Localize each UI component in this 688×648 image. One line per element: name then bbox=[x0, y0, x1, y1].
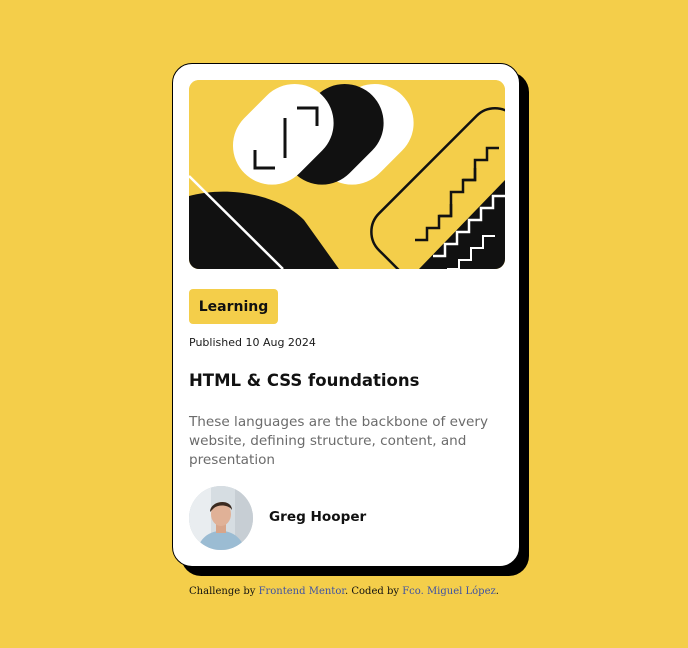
attribution-prefix: Challenge by bbox=[189, 586, 259, 597]
author-link[interactable]: Fco. Miguel López bbox=[402, 586, 496, 597]
article-illustration bbox=[189, 80, 505, 269]
author-avatar bbox=[189, 486, 253, 550]
category-tag: Learning bbox=[189, 289, 278, 324]
person-avatar-icon bbox=[189, 486, 253, 550]
article-title[interactable]: HTML & CSS foundations bbox=[189, 371, 419, 390]
frontend-mentor-link[interactable]: Frontend Mentor bbox=[259, 586, 345, 597]
attribution-middle: . Coded by bbox=[345, 586, 403, 597]
author-name: Greg Hooper bbox=[269, 509, 367, 525]
article-description: These languages are the backbone of ever… bbox=[189, 414, 489, 468]
blog-preview-card: Learning Published 10 Aug 2024 HTML & CS… bbox=[172, 63, 520, 567]
attribution: Challenge by Frontend Mentor. Coded by F… bbox=[0, 586, 688, 597]
published-date: Published 10 Aug 2024 bbox=[189, 336, 316, 349]
attribution-suffix: . bbox=[495, 586, 499, 597]
